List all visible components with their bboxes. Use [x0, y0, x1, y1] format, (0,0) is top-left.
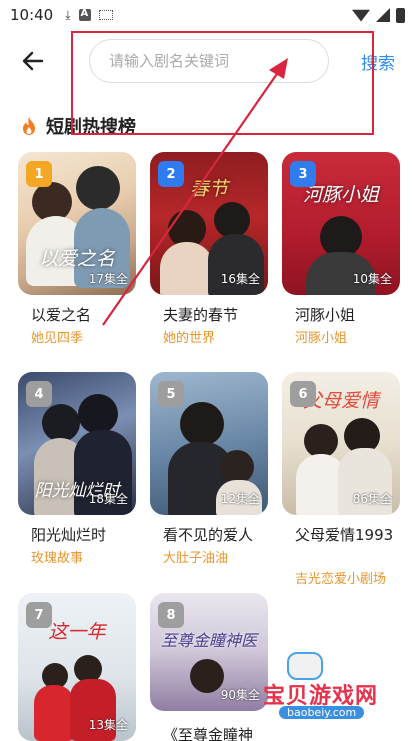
episode-count: 18集全 [88, 492, 128, 506]
watermark-url: baobeiy.com [279, 706, 365, 719]
gamepad-icon [287, 652, 323, 680]
rank-badge: 2 [158, 161, 184, 187]
rank-badge: 4 [26, 381, 52, 407]
app-notification-icon [78, 8, 91, 21]
search-header: 搜索 [0, 30, 417, 92]
signal-icon [376, 8, 390, 22]
episode-count: 16集全 [220, 272, 260, 286]
wifi-icon [352, 8, 370, 22]
drama-poster[interactable]: 春节 2 16集全 [150, 152, 268, 295]
rank-badge: 8 [158, 602, 184, 628]
drama-title[interactable]: 看不见的爱人 [163, 525, 273, 545]
rank-badge: 3 [290, 161, 316, 187]
rank-badge: 5 [158, 381, 184, 407]
poster-caption: 至尊金瞳神医 [160, 631, 257, 650]
notification-icons: ⤓ [65, 8, 113, 22]
status-bar: 10:40 ⤓ [0, 0, 417, 30]
poster-figure [42, 404, 80, 442]
poster-figure [190, 659, 224, 693]
poster-figure [76, 166, 120, 210]
drama-source[interactable]: 河豚小姐 [295, 327, 347, 346]
keyboard-icon [98, 10, 113, 20]
drama-title[interactable]: 夫妻的春节 [163, 305, 273, 325]
section-title-text: 短剧热搜榜 [46, 117, 136, 138]
download-icon: ⤓ [65, 8, 71, 22]
rank-badge: 6 [290, 381, 316, 407]
drama-title[interactable]: 父母爱情1993 [295, 525, 405, 545]
drama-source[interactable]: 她见四季 [31, 327, 83, 346]
status-time: 10:40 [10, 6, 54, 24]
drama-source[interactable]: 她的世界 [163, 327, 215, 346]
episode-count: 90集全 [220, 688, 260, 702]
poster-figure [34, 685, 74, 741]
drama-poster[interactable]: 河豚小姐 3 10集全 [282, 152, 400, 295]
drama-poster[interactable]: 父母爱情 6 86集全 [282, 372, 400, 515]
drama-source[interactable]: 大肚子油油 [163, 547, 228, 566]
drama-title[interactable]: 阳光灿烂时 [31, 525, 141, 545]
search-box[interactable] [89, 39, 329, 83]
flame-icon [23, 117, 35, 135]
drama-source[interactable]: 玫瑰故事 [31, 547, 83, 566]
search-input[interactable] [90, 40, 328, 82]
search-button[interactable]: 搜索 [361, 49, 395, 74]
back-arrow-icon[interactable] [20, 48, 46, 74]
episode-count: 10集全 [352, 272, 392, 286]
drama-poster[interactable]: 这一年 7 13集全 [18, 593, 136, 741]
drama-poster[interactable]: 5 12集全 [150, 372, 268, 515]
poster-figure [214, 202, 250, 238]
watermark-logo: 宝贝游戏网 baobeiy.com [257, 648, 407, 722]
poster-caption: 以爱之名 [38, 248, 115, 270]
rank-badge: 1 [26, 161, 52, 187]
poster-figure [220, 450, 254, 484]
drama-title[interactable]: 以爱之名 [31, 305, 141, 325]
drama-poster[interactable]: 阳光灿烂时 4 18集全 [18, 372, 136, 515]
drama-poster[interactable]: 以爱之名 1 17集全 [18, 152, 136, 295]
drama-title[interactable]: 《至尊金瞳神 [163, 725, 273, 741]
poster-figure [160, 242, 214, 295]
drama-title[interactable]: 河豚小姐 [295, 305, 405, 325]
drama-source[interactable]: 吉光恋爱小剧场 [295, 568, 386, 587]
battery-icon [396, 7, 405, 23]
watermark-text: 宝贝游戏网 [263, 684, 379, 709]
episode-count: 12集全 [220, 492, 260, 506]
poster-figure [78, 394, 118, 434]
section-title: 短剧热搜榜 [20, 113, 136, 139]
episode-count: 17集全 [88, 272, 128, 286]
rank-badge: 7 [26, 602, 52, 628]
drama-poster[interactable]: 至尊金瞳神医 8 90集全 [150, 593, 268, 711]
poster-figure [180, 402, 224, 446]
episode-count: 13集全 [88, 718, 128, 732]
poster-figure [304, 424, 338, 458]
episode-count: 86集全 [352, 492, 392, 506]
